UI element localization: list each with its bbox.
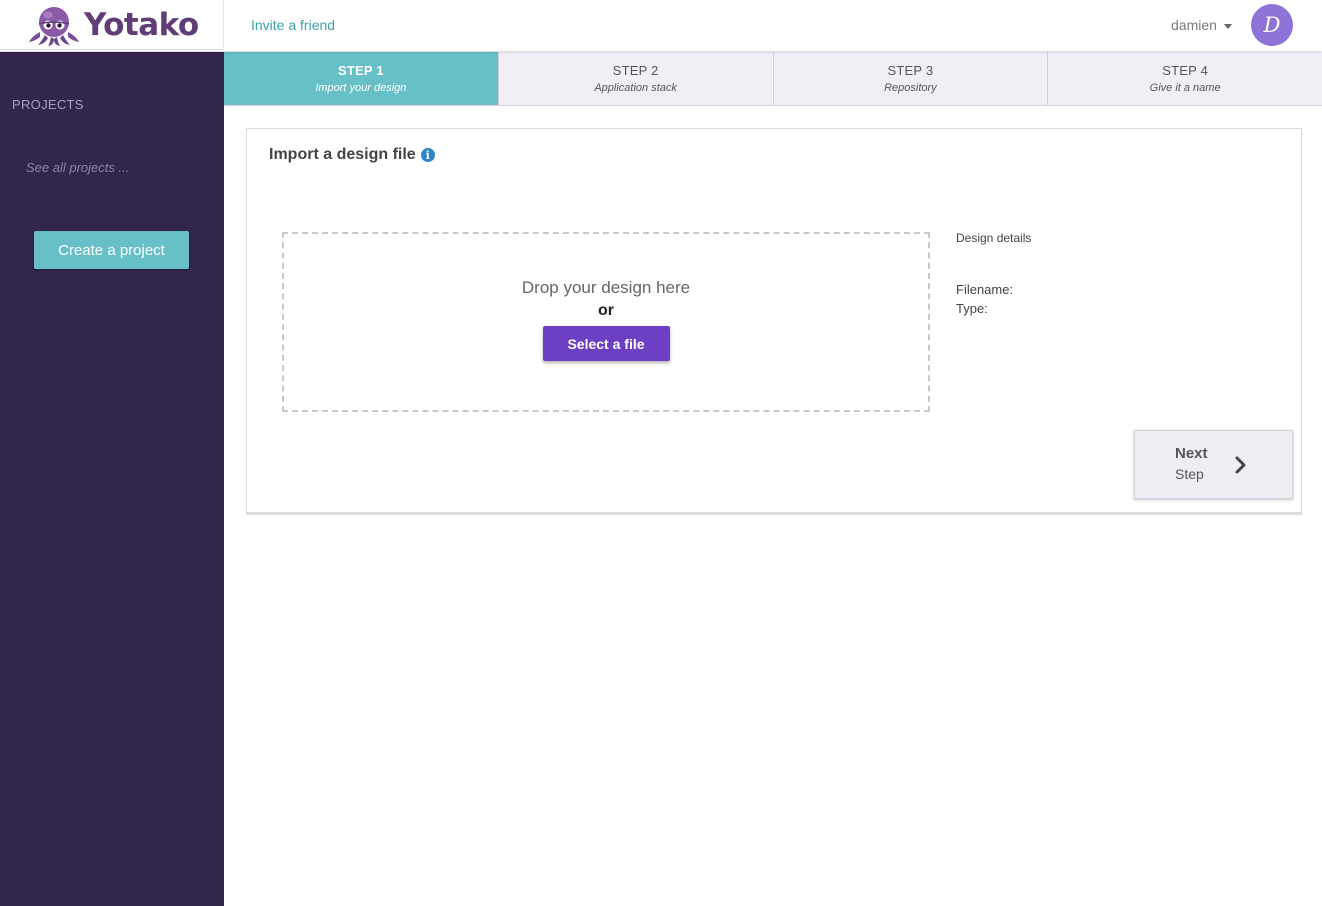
step-subtitle: Application stack bbox=[594, 82, 677, 94]
type-label: Type: bbox=[956, 301, 988, 316]
octopus-logo-icon bbox=[29, 6, 79, 46]
logo[interactable]: Yotako bbox=[0, 0, 224, 50]
user-menu[interactable]: damien bbox=[1171, 17, 1232, 33]
next-sublabel: Step bbox=[1175, 466, 1204, 482]
step-subtitle: Repository bbox=[884, 82, 937, 94]
step-4-tab[interactable]: STEP 4 Give it a name bbox=[1048, 52, 1322, 105]
filename-label: Filename: bbox=[956, 282, 1014, 297]
top-bar: Yotako Invite a friend damien D bbox=[0, 0, 1322, 52]
step-subtitle: Import your design bbox=[315, 82, 407, 94]
step-subtitle: Give it a name bbox=[1149, 82, 1221, 94]
create-project-button[interactable]: Create a project bbox=[34, 231, 189, 269]
design-details: Design details Filename: Type: bbox=[956, 231, 1031, 316]
username: damien bbox=[1171, 17, 1217, 33]
card-title: Import a design file i bbox=[269, 146, 435, 164]
step-1-tab[interactable]: STEP 1 Import your design bbox=[224, 52, 499, 105]
next-label: Next bbox=[1175, 445, 1208, 462]
card-title-text: Import a design file bbox=[269, 146, 416, 163]
step-label: STEP 1 bbox=[337, 63, 384, 78]
dropzone-text: Drop your design here bbox=[521, 278, 691, 297]
caret-down-icon bbox=[1223, 23, 1232, 29]
step-label: STEP 2 bbox=[612, 63, 659, 78]
wizard-steps: STEP 1 Import your design STEP 2 Applica… bbox=[224, 52, 1322, 106]
avatar[interactable]: D bbox=[1251, 4, 1293, 46]
next-step-button[interactable]: Next Step bbox=[1134, 430, 1293, 499]
see-all-projects-link[interactable]: See all projects ... bbox=[26, 160, 129, 175]
chevron-right-icon bbox=[1235, 456, 1246, 474]
step-label: STEP 4 bbox=[1162, 63, 1208, 78]
sidebar: PROJECTS See all projects ... Create a p… bbox=[0, 52, 224, 906]
projects-heading: PROJECTS bbox=[12, 97, 84, 112]
step-label: STEP 3 bbox=[887, 63, 934, 78]
logo-text: Yotako bbox=[84, 6, 199, 43]
invite-friend-link[interactable]: Invite a friend bbox=[251, 17, 335, 33]
design-details-title: Design details bbox=[956, 231, 1032, 245]
dropzone-or: or bbox=[598, 302, 614, 319]
step-2-tab[interactable]: STEP 2 Application stack bbox=[499, 52, 774, 105]
info-icon[interactable]: i bbox=[420, 148, 435, 162]
step-3-tab[interactable]: STEP 3 Repository bbox=[774, 52, 1049, 105]
select-file-button[interactable]: Select a file bbox=[542, 326, 670, 361]
design-dropzone[interactable]: Drop your design here or Select a file bbox=[282, 232, 930, 412]
import-design-card: Import a design file i Drop your design … bbox=[246, 128, 1302, 515]
